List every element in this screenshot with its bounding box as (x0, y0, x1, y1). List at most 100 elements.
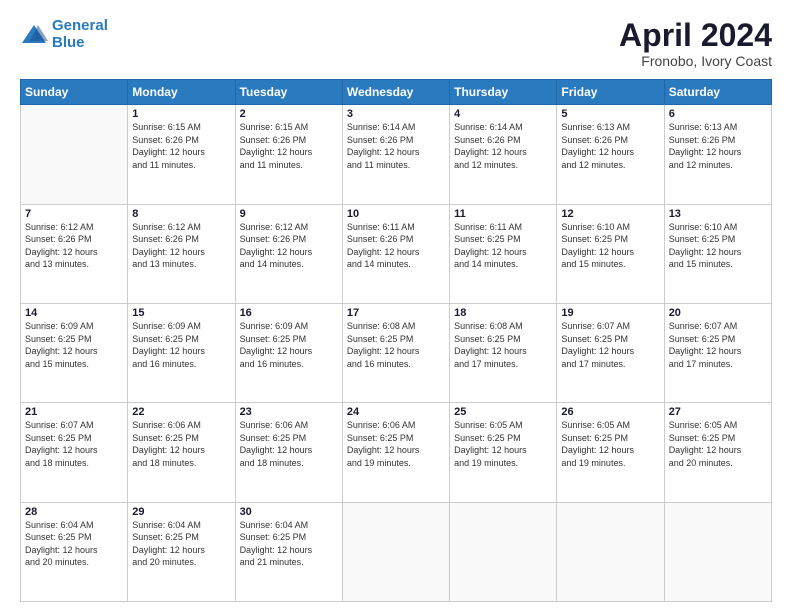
calendar-cell: 15Sunrise: 6:09 AM Sunset: 6:25 PM Dayli… (128, 303, 235, 402)
calendar-body: 1Sunrise: 6:15 AM Sunset: 6:26 PM Daylig… (21, 105, 772, 602)
day-number: 25 (454, 406, 552, 418)
calendar-cell (557, 502, 664, 601)
calendar-cell: 27Sunrise: 6:05 AM Sunset: 6:25 PM Dayli… (664, 403, 771, 502)
day-info: Sunrise: 6:11 AM Sunset: 6:25 PM Dayligh… (454, 221, 552, 271)
day-info: Sunrise: 6:06 AM Sunset: 6:25 PM Dayligh… (132, 419, 230, 469)
calendar-cell: 1Sunrise: 6:15 AM Sunset: 6:26 PM Daylig… (128, 105, 235, 204)
calendar-cell: 23Sunrise: 6:06 AM Sunset: 6:25 PM Dayli… (235, 403, 342, 502)
day-info: Sunrise: 6:12 AM Sunset: 6:26 PM Dayligh… (132, 221, 230, 271)
day-info: Sunrise: 6:09 AM Sunset: 6:25 PM Dayligh… (240, 320, 338, 370)
calendar-cell: 8Sunrise: 6:12 AM Sunset: 6:26 PM Daylig… (128, 204, 235, 303)
day-info: Sunrise: 6:05 AM Sunset: 6:25 PM Dayligh… (561, 419, 659, 469)
day-number: 21 (25, 406, 123, 418)
day-info: Sunrise: 6:13 AM Sunset: 6:26 PM Dayligh… (669, 121, 767, 171)
day-info: Sunrise: 6:09 AM Sunset: 6:25 PM Dayligh… (132, 320, 230, 370)
calendar-week-row: 7 Sunrise: 6:12 AM Sunset: 6:26 PM Daylig… (21, 204, 772, 303)
calendar-cell: 25Sunrise: 6:05 AM Sunset: 6:25 PM Dayli… (450, 403, 557, 502)
logo-icon (20, 23, 48, 47)
day-number: 20 (669, 307, 767, 319)
day-info: Sunrise: 6:07 AM Sunset: 6:25 PM Dayligh… (561, 320, 659, 370)
calendar-header: SundayMondayTuesdayWednesdayThursdayFrid… (21, 80, 772, 105)
calendar-week-row: 21Sunrise: 6:07 AM Sunset: 6:25 PM Dayli… (21, 403, 772, 502)
day-number: 4 (454, 108, 552, 120)
day-number: 24 (347, 406, 445, 418)
calendar-cell: 19Sunrise: 6:07 AM Sunset: 6:25 PM Dayli… (557, 303, 664, 402)
day-number: 10 (347, 208, 445, 220)
day-number: 15 (132, 307, 230, 319)
calendar-week-row: 1Sunrise: 6:15 AM Sunset: 6:26 PM Daylig… (21, 105, 772, 204)
page: General Blue April 2024 Fronobo, Ivory C… (0, 0, 792, 612)
calendar-cell (450, 502, 557, 601)
calendar-cell: 29Sunrise: 6:04 AM Sunset: 6:25 PM Dayli… (128, 502, 235, 601)
calendar-cell: 13Sunrise: 6:10 AM Sunset: 6:25 PM Dayli… (664, 204, 771, 303)
day-info: Sunrise: 6:09 AM Sunset: 6:25 PM Dayligh… (25, 320, 123, 370)
weekday-row: SundayMondayTuesdayWednesdayThursdayFrid… (21, 80, 772, 105)
day-number: 29 (132, 506, 230, 518)
calendar-week-row: 14Sunrise: 6:09 AM Sunset: 6:25 PM Dayli… (21, 303, 772, 402)
day-number: 2 (240, 108, 338, 120)
day-number: 18 (454, 307, 552, 319)
calendar-cell: 3Sunrise: 6:14 AM Sunset: 6:26 PM Daylig… (342, 105, 449, 204)
day-info: Sunrise: 6:04 AM Sunset: 6:25 PM Dayligh… (132, 519, 230, 569)
day-number: 6 (669, 108, 767, 120)
calendar-cell: 17Sunrise: 6:08 AM Sunset: 6:25 PM Dayli… (342, 303, 449, 402)
calendar-cell: 4Sunrise: 6:14 AM Sunset: 6:26 PM Daylig… (450, 105, 557, 204)
day-number: 8 (132, 208, 230, 220)
day-info: Sunrise: 6:06 AM Sunset: 6:25 PM Dayligh… (240, 419, 338, 469)
calendar-cell: 21Sunrise: 6:07 AM Sunset: 6:25 PM Dayli… (21, 403, 128, 502)
day-number: 27 (669, 406, 767, 418)
day-info: Sunrise: 6:15 AM Sunset: 6:26 PM Dayligh… (132, 121, 230, 171)
day-number: 19 (561, 307, 659, 319)
day-info: Sunrise: 6:14 AM Sunset: 6:26 PM Dayligh… (347, 121, 445, 171)
day-number: 30 (240, 506, 338, 518)
logo: General Blue (20, 18, 108, 51)
day-number: 16 (240, 307, 338, 319)
calendar-cell: 5Sunrise: 6:13 AM Sunset: 6:26 PM Daylig… (557, 105, 664, 204)
day-number: 17 (347, 307, 445, 319)
day-info: Sunrise: 6:12 AM Sunset: 6:26 PM Dayligh… (240, 221, 338, 271)
day-info: Sunrise: 6:06 AM Sunset: 6:25 PM Dayligh… (347, 419, 445, 469)
title-block: April 2024 Fronobo, Ivory Coast (619, 18, 772, 69)
day-number: 12 (561, 208, 659, 220)
calendar-cell: 20Sunrise: 6:07 AM Sunset: 6:25 PM Dayli… (664, 303, 771, 402)
weekday-header: Sunday (21, 80, 128, 105)
weekday-header: Saturday (664, 80, 771, 105)
day-number: 28 (25, 506, 123, 518)
subtitle: Fronobo, Ivory Coast (619, 53, 772, 69)
calendar-cell: 30Sunrise: 6:04 AM Sunset: 6:25 PM Dayli… (235, 502, 342, 601)
calendar-cell: 12Sunrise: 6:10 AM Sunset: 6:25 PM Dayli… (557, 204, 664, 303)
day-number: 1 (132, 108, 230, 120)
day-info: Sunrise: 6:10 AM Sunset: 6:25 PM Dayligh… (561, 221, 659, 271)
calendar: SundayMondayTuesdayWednesdayThursdayFrid… (20, 79, 772, 602)
calendar-cell: 28Sunrise: 6:04 AM Sunset: 6:25 PM Dayli… (21, 502, 128, 601)
day-number: 11 (454, 208, 552, 220)
day-number: 7 (25, 208, 123, 220)
calendar-cell: 7Sunrise: 6:12 AM Sunset: 6:26 PM Daylig… (21, 204, 128, 303)
calendar-cell: 24Sunrise: 6:06 AM Sunset: 6:25 PM Dayli… (342, 403, 449, 502)
calendar-cell (664, 502, 771, 601)
calendar-cell: 11Sunrise: 6:11 AM Sunset: 6:25 PM Dayli… (450, 204, 557, 303)
day-info: Sunrise: 6:07 AM Sunset: 6:25 PM Dayligh… (669, 320, 767, 370)
day-number: 3 (347, 108, 445, 120)
calendar-cell (342, 502, 449, 601)
logo-line2: Blue (52, 34, 85, 51)
calendar-cell: 2Sunrise: 6:15 AM Sunset: 6:26 PM Daylig… (235, 105, 342, 204)
day-info: Sunrise: 6:05 AM Sunset: 6:25 PM Dayligh… (454, 419, 552, 469)
logo-line1: General (52, 17, 108, 34)
calendar-cell: 14Sunrise: 6:09 AM Sunset: 6:25 PM Dayli… (21, 303, 128, 402)
day-info: Sunrise: 6:07 AM Sunset: 6:25 PM Dayligh… (25, 419, 123, 469)
weekday-header: Friday (557, 80, 664, 105)
day-number: 26 (561, 406, 659, 418)
calendar-cell (21, 105, 128, 204)
day-info: Sunrise: 6:04 AM Sunset: 6:25 PM Dayligh… (25, 519, 123, 569)
day-info: Sunrise: 6:08 AM Sunset: 6:25 PM Dayligh… (454, 320, 552, 370)
calendar-cell: 26Sunrise: 6:05 AM Sunset: 6:25 PM Dayli… (557, 403, 664, 502)
day-info: Sunrise: 6:05 AM Sunset: 6:25 PM Dayligh… (669, 419, 767, 469)
calendar-cell: 6Sunrise: 6:13 AM Sunset: 6:26 PM Daylig… (664, 105, 771, 204)
calendar-cell: 18Sunrise: 6:08 AM Sunset: 6:25 PM Dayli… (450, 303, 557, 402)
day-number: 5 (561, 108, 659, 120)
calendar-cell: 10Sunrise: 6:11 AM Sunset: 6:26 PM Dayli… (342, 204, 449, 303)
day-number: 13 (669, 208, 767, 220)
weekday-header: Wednesday (342, 80, 449, 105)
calendar-cell: 9Sunrise: 6:12 AM Sunset: 6:26 PM Daylig… (235, 204, 342, 303)
